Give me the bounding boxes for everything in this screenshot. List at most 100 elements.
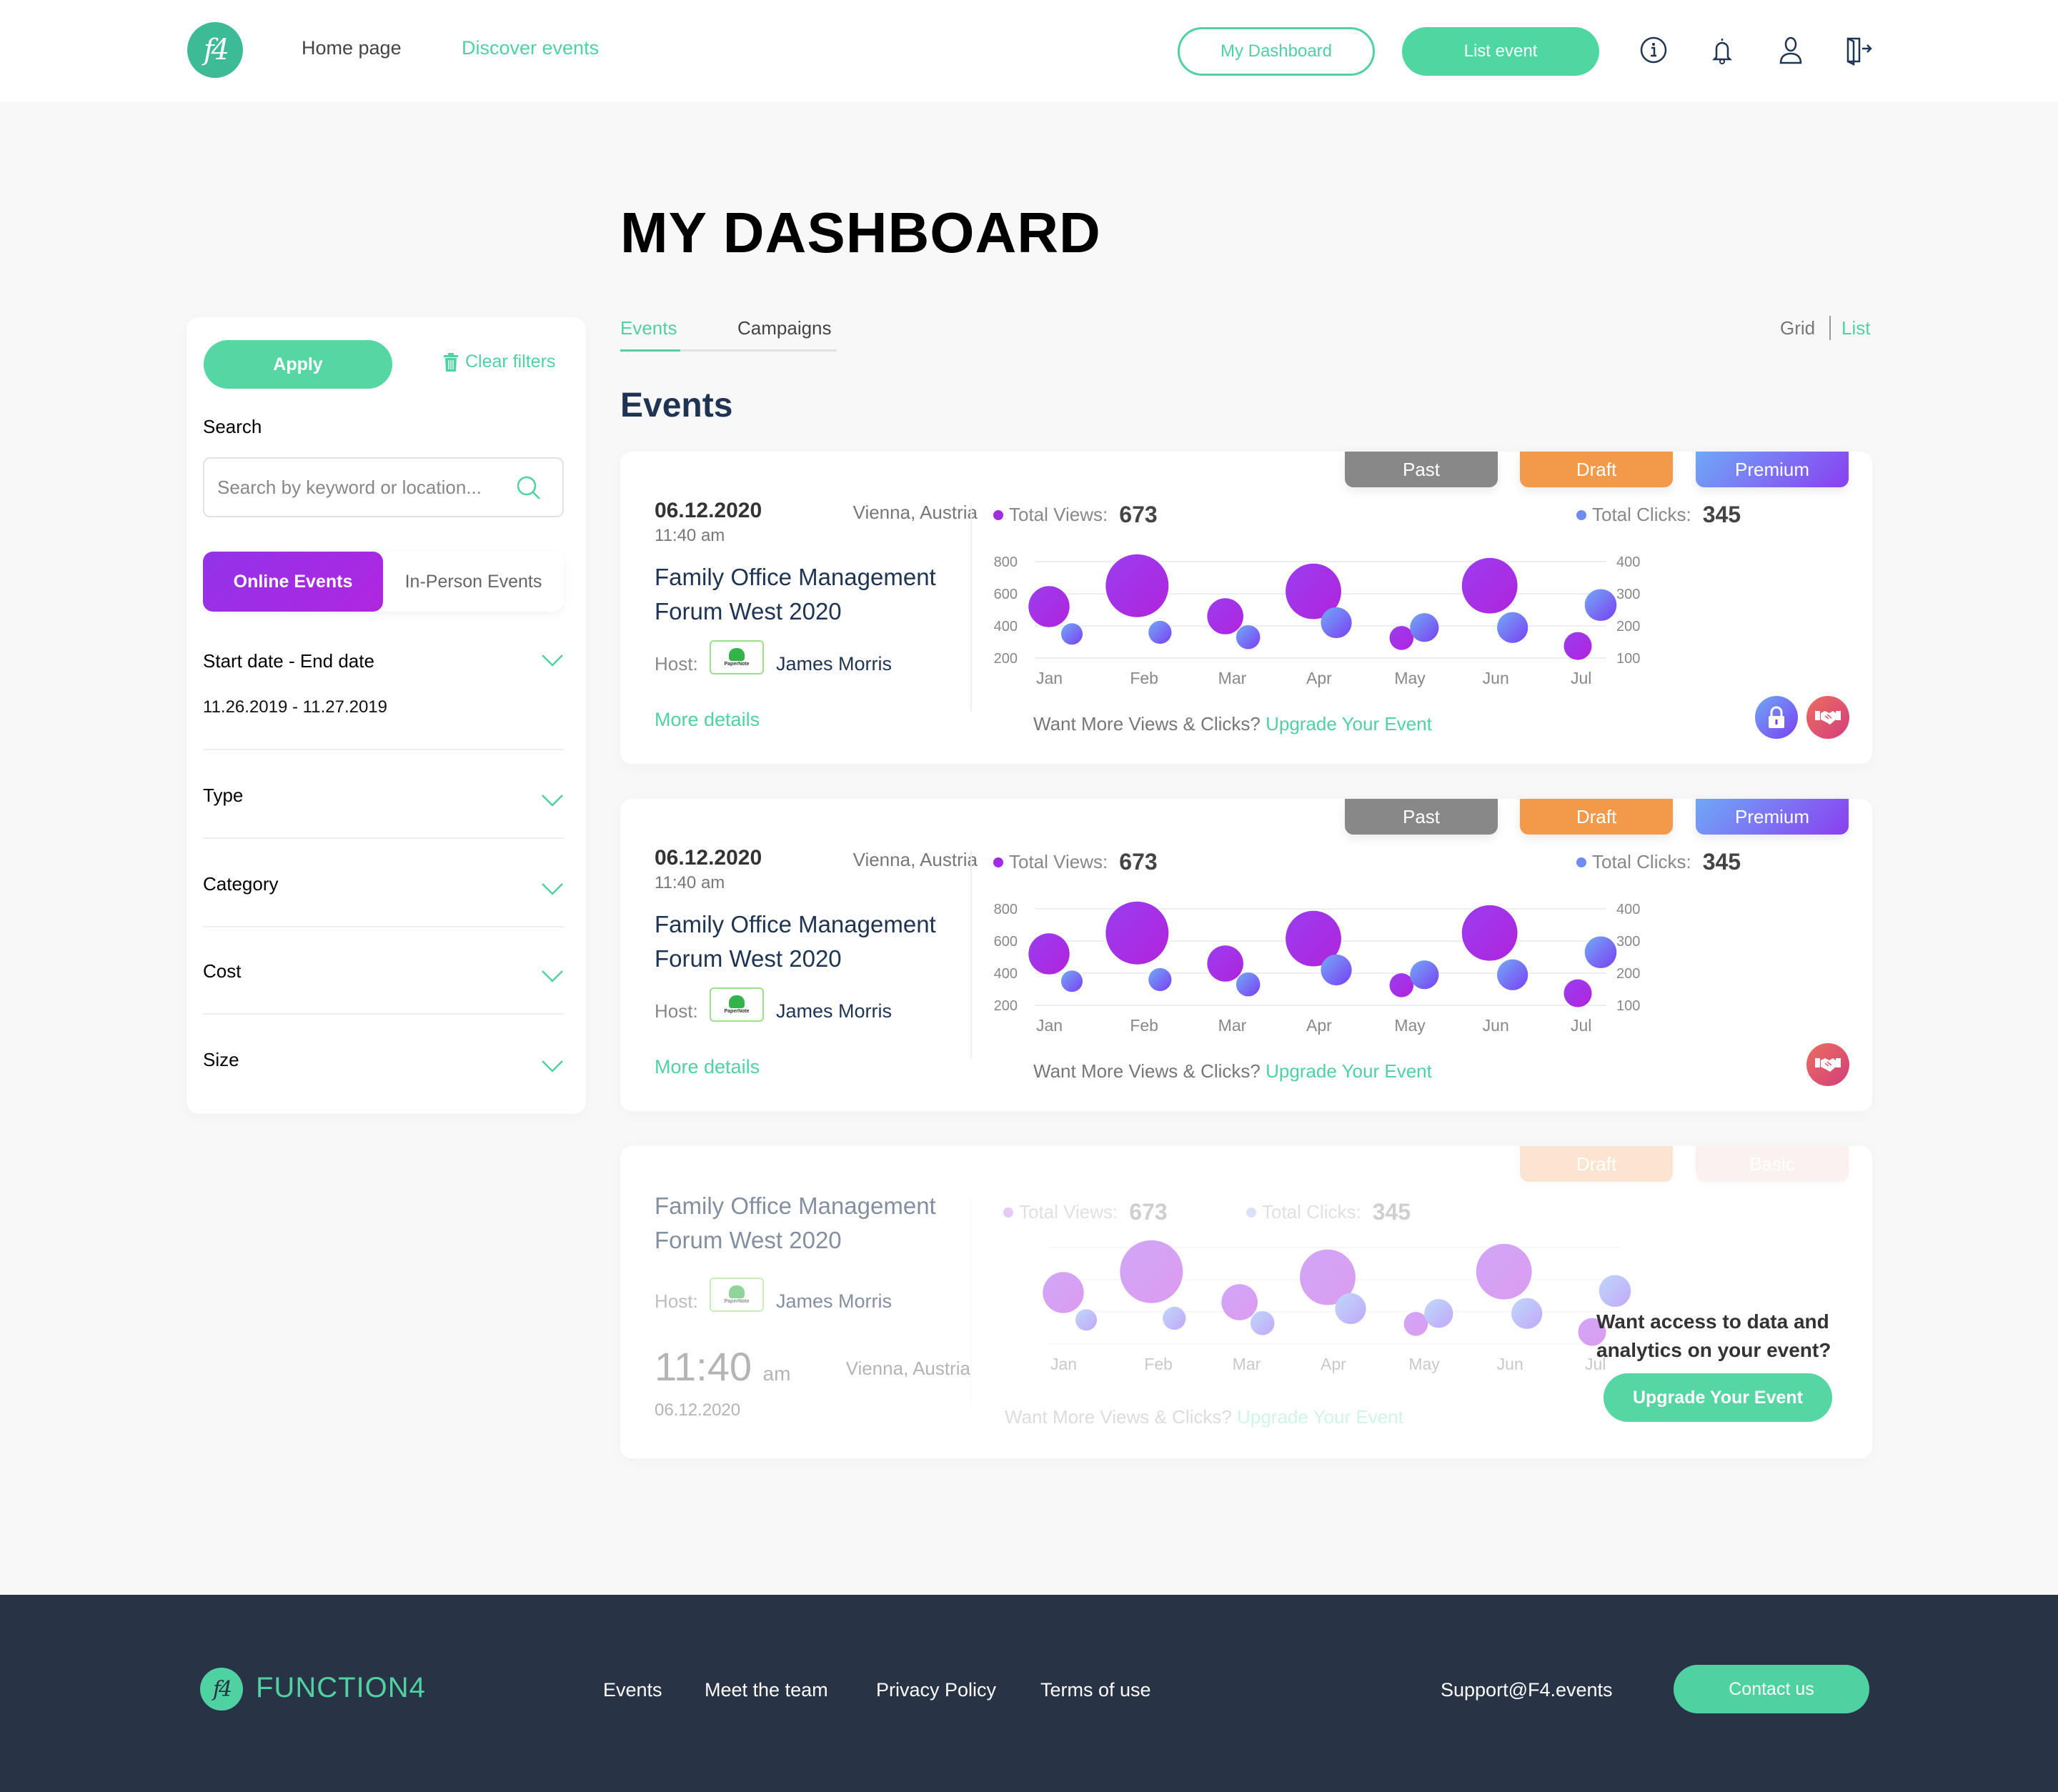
footer-link-events[interactable]: Events	[603, 1679, 662, 1701]
tab-active-indicator	[620, 349, 680, 352]
handshake-icon	[1815, 711, 1841, 725]
f4-logo[interactable]: f4	[187, 22, 243, 78]
event-title[interactable]: Family Office Management Forum West 2020	[655, 1189, 969, 1258]
list-view-toggle[interactable]: List	[1841, 317, 1870, 339]
info-icon[interactable]	[1638, 34, 1669, 66]
nav-home-page[interactable]: Home page	[302, 37, 402, 59]
right-axis-tick: 100	[1616, 651, 1640, 667]
total-clicks-value: 345	[1702, 502, 1741, 527]
filter-type[interactable]: Type	[203, 785, 564, 807]
views-bubble	[1403, 1312, 1428, 1336]
footer-logo[interactable]: f4	[200, 1668, 243, 1711]
search-icon[interactable]	[515, 474, 542, 502]
total-views-value: 673	[1119, 849, 1158, 875]
host-label: Host:	[655, 1000, 698, 1022]
filter-label: Size	[203, 1049, 239, 1070]
event-time-value: 11:40	[655, 1344, 752, 1389]
partner-button[interactable]	[1806, 696, 1849, 739]
total-views-stat: Total Views: 673	[993, 502, 1158, 528]
elephant-icon	[729, 648, 745, 661]
host-logo-text: PaperNote	[724, 662, 750, 667]
tab-events[interactable]: Events	[620, 317, 677, 339]
online-events-tab[interactable]: Online Events	[203, 552, 383, 612]
upgrade-event-link[interactable]: Upgrade Your Event	[1266, 713, 1432, 735]
footer-link-team[interactable]: Meet the team	[705, 1679, 828, 1701]
total-clicks-label: Total Clicks:	[1262, 1201, 1361, 1223]
footer-brand: FUNCTION4	[256, 1672, 426, 1703]
x-axis-label: Feb	[1144, 1355, 1173, 1373]
clicks-bubble	[1424, 1299, 1453, 1328]
filter-cost[interactable]: Cost	[203, 960, 564, 982]
contact-us-button[interactable]: Contact us	[1674, 1665, 1869, 1713]
filter-category[interactable]: Category	[203, 873, 564, 895]
more-details-link[interactable]: More details	[655, 1056, 760, 1078]
partner-button[interactable]	[1806, 1043, 1849, 1086]
clicks-bubble	[1163, 1306, 1186, 1330]
user-icon[interactable]	[1775, 34, 1806, 66]
more-details-link[interactable]: More details	[655, 709, 760, 731]
views-legend-dot	[993, 857, 1003, 867]
date-range-value: 11.26.2019 - 11.27.2019	[203, 697, 387, 717]
host-name[interactable]: James Morris	[776, 1290, 892, 1313]
bell-icon[interactable]	[1706, 34, 1738, 66]
filter-date-range[interactable]: Start date - End date	[203, 650, 564, 672]
x-axis-label: Jul	[1571, 1016, 1591, 1035]
divider	[203, 1013, 564, 1015]
host-name[interactable]: James Morris	[776, 653, 892, 675]
tab-campaigns[interactable]: Campaigns	[737, 317, 832, 339]
total-views-label: Total Views:	[1009, 851, 1108, 872]
event-location: Vienna, Austria	[852, 502, 978, 523]
footer-link-terms[interactable]: Terms of use	[1040, 1679, 1151, 1701]
page-title: MY DASHBOARD	[620, 201, 1101, 264]
in-person-events-tab[interactable]: In-Person Events	[383, 552, 564, 612]
my-dashboard-button[interactable]: My Dashboard	[1178, 27, 1375, 76]
total-clicks-label: Total Clicks:	[1592, 504, 1691, 525]
clicks-bubble	[1497, 959, 1528, 990]
upgrade-event-button[interactable]: Upgrade Your Event	[1604, 1373, 1832, 1422]
list-event-button[interactable]: List event	[1402, 27, 1599, 76]
host-logo: PaperNote	[710, 1278, 764, 1312]
clicks-bubble	[1497, 612, 1528, 643]
left-axis-tick: 600	[994, 934, 1018, 950]
views-bubble	[1564, 632, 1592, 660]
logout-icon[interactable]	[1842, 34, 1874, 66]
locked-analytics-message: Want access to data and analytics on you…	[1596, 1310, 1831, 1361]
clicks-bubble	[1584, 589, 1617, 622]
upgrade-event-link[interactable]: Upgrade Your Event	[1266, 1060, 1432, 1082]
clear-filters-button[interactable]: Clear filters	[444, 352, 555, 372]
view-separator	[1829, 316, 1831, 340]
x-axis-label: May	[1394, 669, 1426, 687]
lock-button[interactable]	[1755, 696, 1798, 739]
grid-view-toggle[interactable]: Grid	[1780, 317, 1815, 339]
search-input[interactable]	[217, 459, 517, 516]
event-date: 06.12.2020	[655, 1400, 741, 1420]
event-title[interactable]: Family Office Management Forum West 2020	[655, 560, 969, 629]
filter-label: Start date - End date	[203, 650, 374, 672]
filter-size[interactable]: Size	[203, 1049, 564, 1072]
footer-support-email[interactable]: Support@F4.events	[1441, 1679, 1613, 1701]
footer-link-privacy[interactable]: Privacy Policy	[876, 1679, 996, 1701]
event-type-toggle: Online Events In-Person Events	[203, 552, 564, 612]
host-logo-text: PaperNote	[724, 1009, 750, 1014]
host-name[interactable]: James Morris	[776, 1000, 892, 1022]
views-bubble	[1028, 933, 1070, 975]
clicks-bubble	[1511, 1298, 1543, 1329]
upgrade-event-link[interactable]: Upgrade Your Event	[1237, 1406, 1403, 1428]
apply-button[interactable]: Apply	[204, 340, 392, 389]
nav-discover-events[interactable]: Discover events	[462, 37, 599, 59]
right-axis-tick: 400	[1616, 902, 1640, 917]
badge-past: Past	[1345, 452, 1498, 487]
x-axis-label: Jan	[1050, 1355, 1077, 1373]
x-axis-label: Feb	[1130, 669, 1158, 687]
elephant-icon	[729, 995, 745, 1008]
clicks-bubble	[1250, 1310, 1275, 1335]
total-clicks-stat: Total Clicks: 345	[1246, 1199, 1411, 1225]
views-legend-dot	[993, 509, 1003, 520]
views-bubble	[1105, 901, 1169, 965]
event-title[interactable]: Family Office Management Forum West 2020	[655, 907, 969, 976]
clicks-bubble	[1236, 972, 1261, 997]
views-legend-dot	[1003, 1207, 1013, 1218]
filter-label: Cost	[203, 960, 242, 982]
total-views-value: 673	[1119, 502, 1158, 527]
clicks-bubble	[1599, 1275, 1631, 1308]
